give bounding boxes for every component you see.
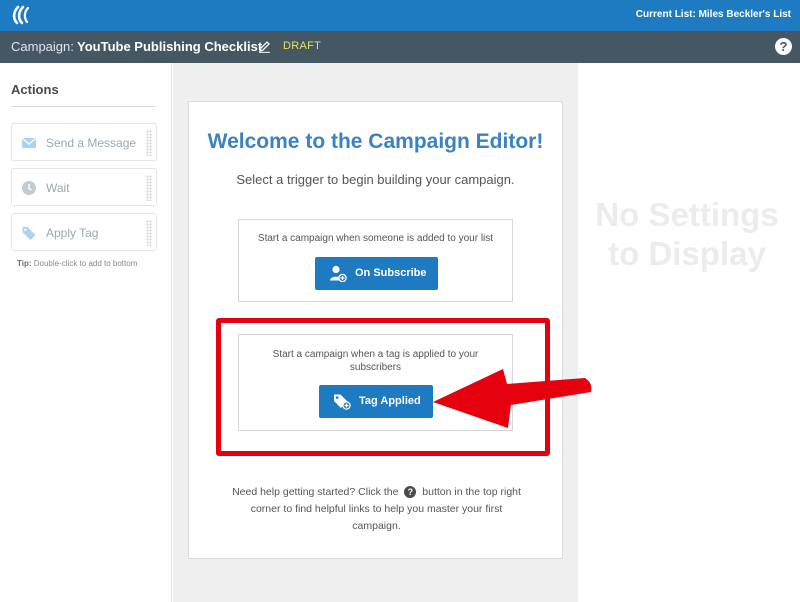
red-arrow-shape (433, 369, 592, 428)
red-arrow-annotation (433, 369, 592, 428)
